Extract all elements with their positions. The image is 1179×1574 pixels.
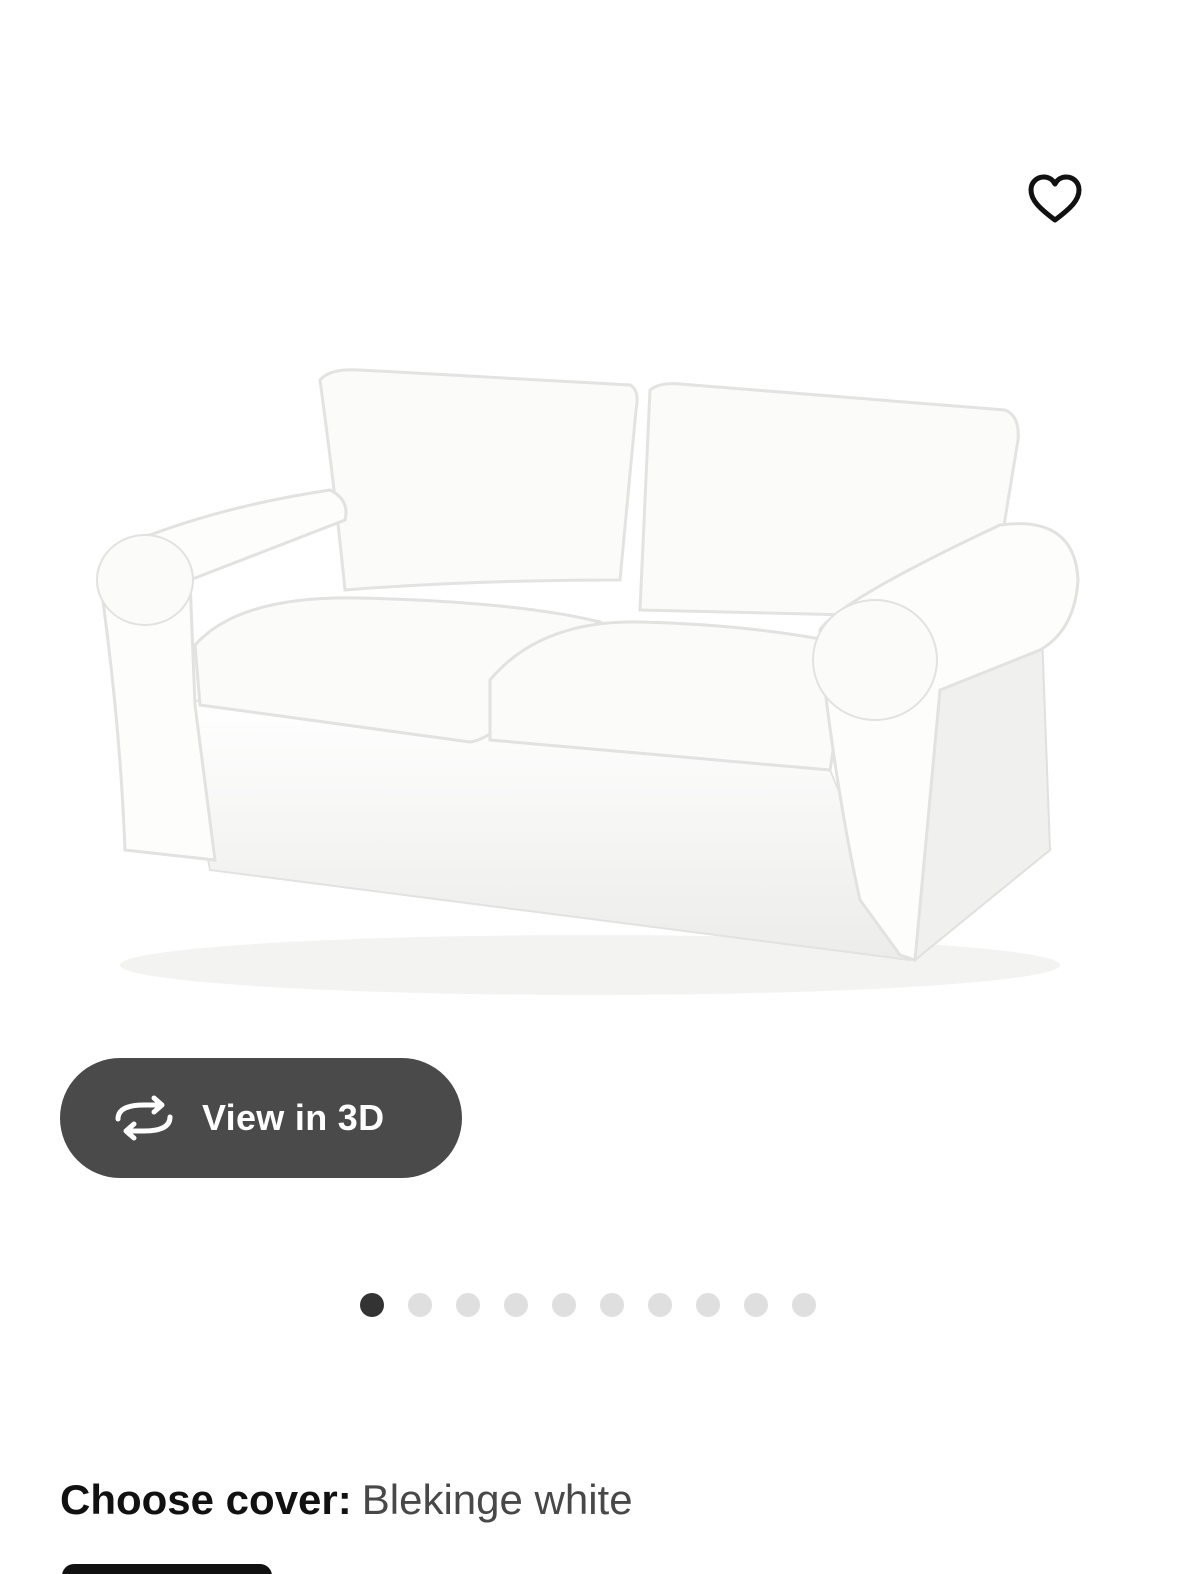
carousel-indicators: [360, 1292, 840, 1318]
sofa-product-image: [96, 368, 1080, 995]
product-gallery[interactable]: View in 3D: [0, 0, 1179, 1230]
carousel-dot[interactable]: [744, 1293, 768, 1317]
view-in-3d-label: View in 3D: [202, 1097, 385, 1138]
heart-outline-icon: [1028, 174, 1082, 223]
carousel-dot[interactable]: [408, 1293, 432, 1317]
cover-selection: Choose cover: Blekinge white: [60, 1474, 633, 1526]
carousel-dot[interactable]: [792, 1293, 816, 1317]
view-in-3d-button[interactable]: View in 3D: [60, 1058, 462, 1178]
favorite-button[interactable]: [1022, 166, 1088, 232]
carousel-dot[interactable]: [552, 1293, 576, 1317]
rotate-3d-icon: [112, 1095, 176, 1141]
carousel-dot[interactable]: [648, 1293, 672, 1317]
carousel-dot[interactable]: [456, 1293, 480, 1317]
carousel-dot[interactable]: [696, 1293, 720, 1317]
carousel-dot[interactable]: [360, 1293, 384, 1317]
carousel-dot[interactable]: [600, 1293, 624, 1317]
carousel-dot[interactable]: [504, 1293, 528, 1317]
cover-label: Choose cover:: [60, 1476, 352, 1523]
cover-swatch-button[interactable]: [62, 1564, 272, 1574]
product-page: View in 3D Choose cover: Blekinge white: [0, 0, 1179, 1574]
cover-value: Blekinge white: [361, 1476, 633, 1523]
